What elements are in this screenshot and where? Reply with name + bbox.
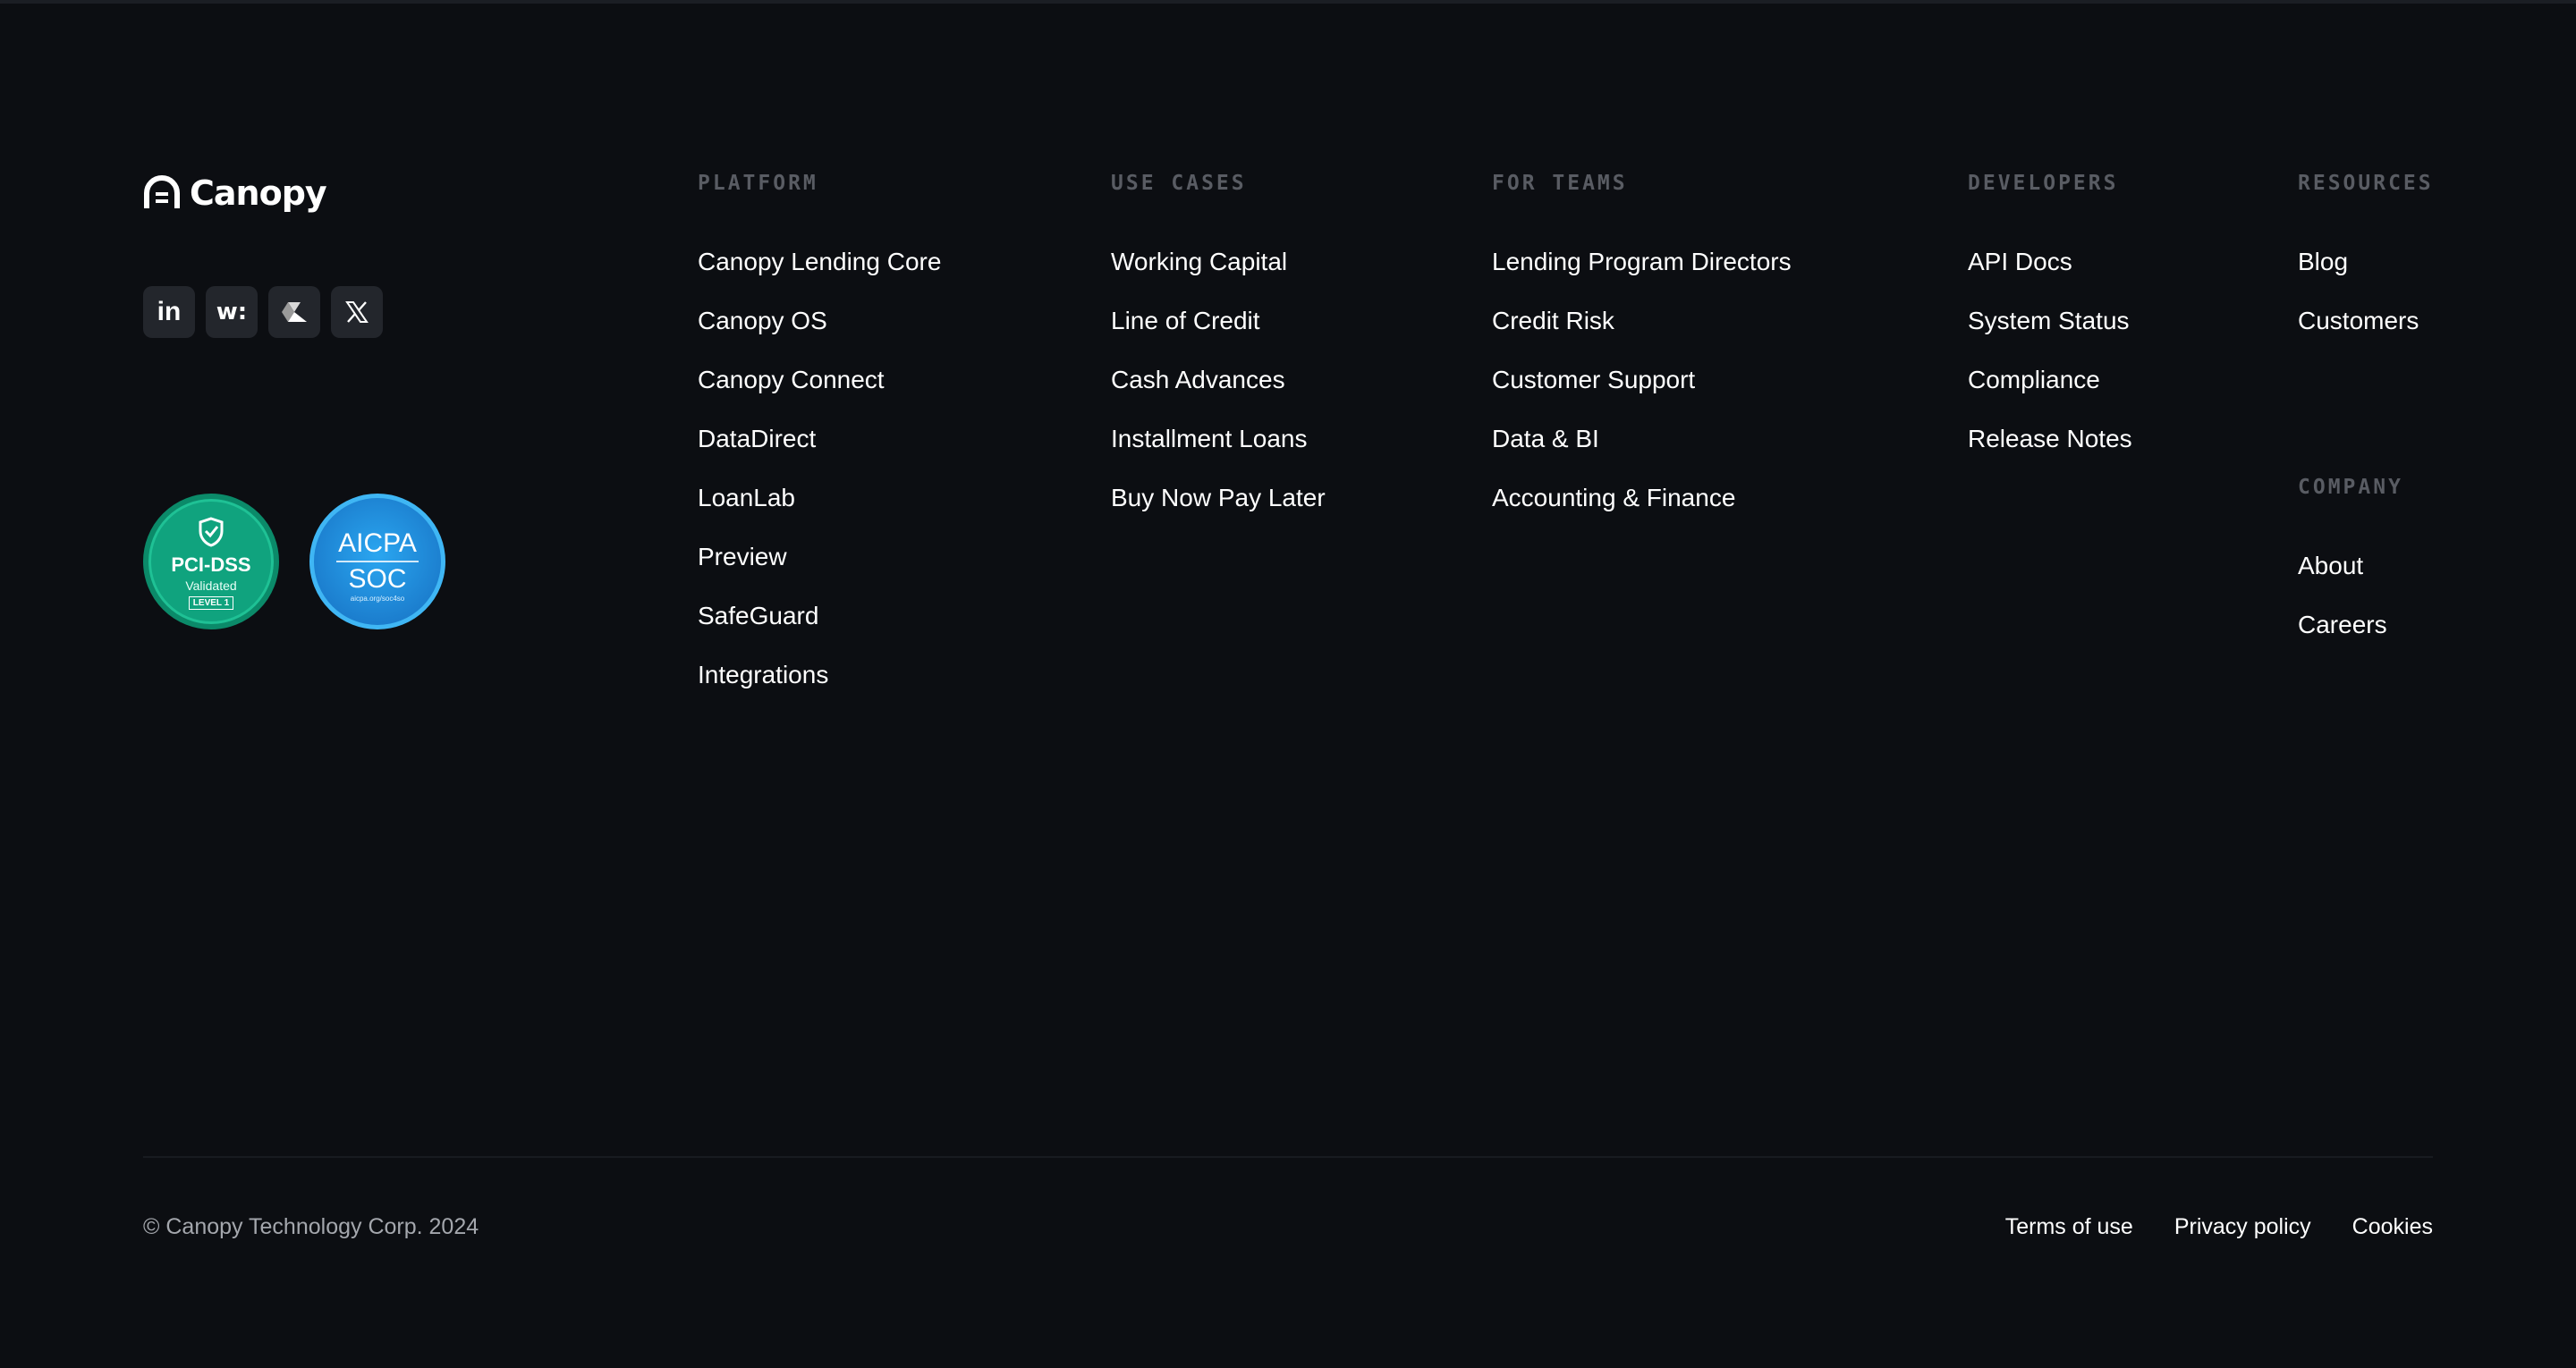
column-heading: USE CASES <box>1111 172 1247 195</box>
footer-column-resources: RESOURCES Blog Customers <box>2298 170 2434 365</box>
footer-link[interactable]: Buy Now Pay Later <box>1111 483 1326 542</box>
column-heading: COMPANY <box>2298 476 2403 499</box>
footer-link[interactable]: SafeGuard <box>698 601 941 660</box>
canopy-arch-icon <box>144 175 180 208</box>
pci-title: PCI-DSS <box>171 553 251 576</box>
footer-divider <box>143 1156 2433 1158</box>
footer-link[interactable]: Preview <box>698 542 941 601</box>
footer-link[interactable]: About <box>2298 551 2403 610</box>
column-heading: RESOURCES <box>2298 172 2434 195</box>
footer-column-platform: PLATFORM Canopy Lending Core Canopy OS C… <box>698 170 941 719</box>
aicpa-title: AICPA <box>338 528 417 558</box>
footer-link[interactable]: Canopy Connect <box>698 365 941 424</box>
linkedin-icon: in <box>157 297 182 326</box>
footer-column-use-cases: USE CASES Working Capital Line of Credit… <box>1111 170 1326 542</box>
aicpa-subtitle: SOC <box>348 564 407 594</box>
footer-link[interactable]: Line of Credit <box>1111 306 1326 365</box>
legal-links: Terms of use Privacy policy Cookies <box>2005 1214 2433 1240</box>
footer-link[interactable]: Careers <box>2298 610 2403 669</box>
aicpa-divider <box>336 561 419 562</box>
footer-link[interactable]: Credit Risk <box>1492 306 1792 365</box>
footer-column-developers: DEVELOPERS API Docs System Status Compli… <box>1968 170 2132 483</box>
crunchbase-icon <box>282 302 307 322</box>
column-heading: DEVELOPERS <box>1968 172 2119 195</box>
linkedin-link[interactable]: in <box>143 286 195 338</box>
wellfound-link[interactable]: w: <box>206 286 258 338</box>
footer-link[interactable]: Release Notes <box>1968 424 2132 483</box>
footer-link[interactable]: Working Capital <box>1111 247 1326 306</box>
footer-link[interactable]: DataDirect <box>698 424 941 483</box>
x-link[interactable] <box>331 286 383 338</box>
pci-level: LEVEL 1 <box>188 596 234 610</box>
shield-check-icon <box>199 517 224 547</box>
footer-link[interactable]: Customer Support <box>1492 365 1792 424</box>
footer-column-company: COMPANY About Careers <box>2298 474 2403 669</box>
wellfound-icon: w: <box>216 299 248 325</box>
privacy-link[interactable]: Privacy policy <box>2174 1214 2311 1240</box>
aicpa-url: aicpa.org/soc4so <box>350 595 405 603</box>
pci-dss-badge: PCI-DSS Validated LEVEL 1 <box>143 494 279 629</box>
footer-link[interactable]: API Docs <box>1968 247 2132 306</box>
footer-link[interactable]: Installment Loans <box>1111 424 1326 483</box>
column-heading: FOR TEAMS <box>1492 172 1628 195</box>
social-links: in w: <box>143 286 383 338</box>
brand-name: Canopy <box>190 173 327 213</box>
footer-link[interactable]: Lending Program Directors <box>1492 247 1792 306</box>
crunchbase-link[interactable] <box>268 286 320 338</box>
footer-link[interactable]: Integrations <box>698 660 941 719</box>
x-icon <box>345 301 369 323</box>
footer-link[interactable]: Canopy Lending Core <box>698 247 941 306</box>
footer-link[interactable]: Canopy OS <box>698 306 941 365</box>
column-heading: PLATFORM <box>698 172 818 195</box>
cookies-link[interactable]: Cookies <box>2352 1214 2433 1240</box>
footer-link[interactable]: Customers <box>2298 306 2434 365</box>
footer-link[interactable]: Blog <box>2298 247 2434 306</box>
aicpa-soc-badge: AICPA SOC aicpa.org/soc4so <box>309 494 445 629</box>
footer-link[interactable]: Accounting & Finance <box>1492 483 1792 542</box>
footer-link[interactable]: System Status <box>1968 306 2132 365</box>
footer-column-for-teams: FOR TEAMS Lending Program Directors Cred… <box>1492 170 1792 542</box>
footer-link[interactable]: LoanLab <box>698 483 941 542</box>
footer-link[interactable]: Data & BI <box>1492 424 1792 483</box>
footer-link[interactable]: Cash Advances <box>1111 365 1326 424</box>
certification-badges: PCI-DSS Validated LEVEL 1 AICPA SOC aicp… <box>143 494 445 629</box>
terms-link[interactable]: Terms of use <box>2005 1214 2133 1240</box>
copyright-text: © Canopy Technology Corp. 2024 <box>143 1214 479 1239</box>
pci-subtitle: Validated <box>185 578 237 593</box>
footer-link[interactable]: Compliance <box>1968 365 2132 424</box>
brand-logo[interactable]: Canopy <box>143 173 327 213</box>
top-divider <box>0 0 2576 4</box>
